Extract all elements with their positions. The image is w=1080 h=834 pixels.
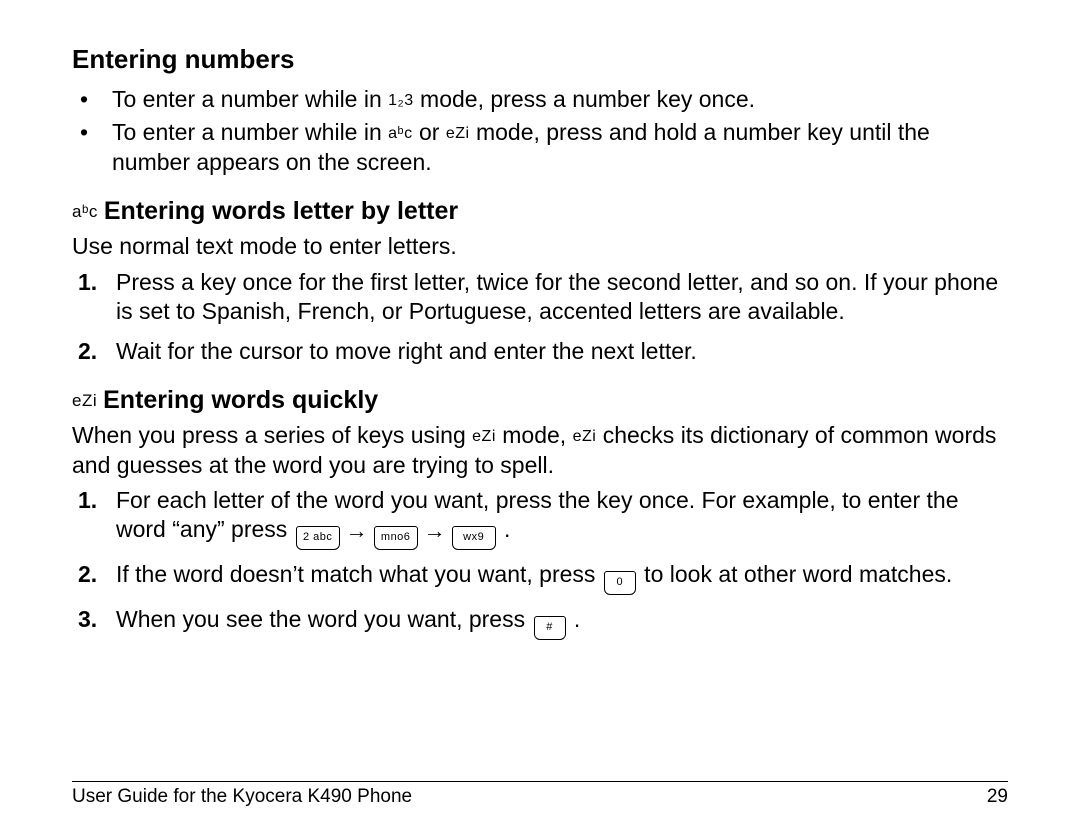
heading-letter-by-letter: aᵇc Entering words letter by letter — [72, 197, 1008, 226]
step-item: Wait for the cursor to move right and en… — [102, 337, 1008, 366]
text: To enter a number while in — [112, 86, 388, 112]
mode-abc-icon: aᵇc — [72, 202, 98, 221]
keycap-0next-icon: 0 — [604, 571, 636, 595]
numbers-bullet-list: To enter a number while in 1₂3 mode, pre… — [72, 85, 1008, 177]
step-item: Press a key once for the first letter, t… — [102, 268, 1008, 327]
step-item: For each letter of the word you want, pr… — [102, 486, 1008, 550]
text: When you see the word you want, press — [116, 606, 532, 632]
text: When you press a series of keys using — [72, 422, 472, 448]
page-number: 29 — [987, 786, 1008, 808]
text: To enter a number while in — [112, 119, 388, 145]
bullet-item: To enter a number while in aᵇc or eZi mo… — [102, 118, 1008, 177]
text: mode, — [496, 422, 573, 448]
arrow-right-icon: → — [346, 518, 368, 543]
manual-page: Entering numbers To enter a number while… — [0, 0, 1080, 834]
keycap-9wxy-icon: wx9 — [452, 526, 496, 550]
step-item: If the word doesn’t match what you want,… — [102, 560, 1008, 595]
intro-text: When you press a series of keys using eZ… — [72, 421, 1008, 480]
heading-text: Entering words letter by letter — [104, 197, 458, 225]
text: or — [413, 119, 446, 145]
text: If the word doesn’t match what you want,… — [116, 561, 602, 587]
bullet-item: To enter a number while in 1₂3 mode, pre… — [102, 85, 1008, 114]
keycap-hash-icon: # — [534, 616, 566, 640]
footer-title: User Guide for the Kyocera K490 Phone — [72, 786, 412, 808]
text: to look at other word matches. — [638, 561, 953, 587]
mode-ezi-icon: eZi — [472, 428, 496, 445]
quick-steps: For each letter of the word you want, pr… — [72, 486, 1008, 640]
keycap-6mno-icon: mno6 — [374, 526, 418, 550]
heading-entering-numbers: Entering numbers — [72, 44, 1008, 75]
mode-ezi-icon: eZi — [446, 125, 470, 142]
letter-steps: Press a key once for the first letter, t… — [72, 268, 1008, 366]
text: . — [498, 516, 511, 542]
mode-123-icon: 1₂3 — [388, 92, 414, 109]
heading-words-quickly: eZi Entering words quickly — [72, 386, 1008, 415]
mode-ezi-icon: eZi — [72, 391, 97, 410]
heading-text: Entering words quickly — [103, 386, 378, 414]
mode-ezi-icon: eZi — [573, 428, 597, 445]
page-footer: User Guide for the Kyocera K490 Phone 29 — [72, 781, 1008, 808]
text: mode, press a number key once. — [414, 86, 755, 112]
text: For each letter of the word you want, pr… — [116, 487, 959, 542]
text: . — [568, 606, 581, 632]
step-item: When you see the word you want, press # … — [102, 605, 1008, 640]
keycap-2abc-icon: 2 abc — [296, 526, 340, 550]
intro-text: Use normal text mode to enter letters. — [72, 232, 1008, 261]
mode-abc-icon: aᵇc — [388, 125, 412, 142]
arrow-right-icon: → — [424, 518, 446, 543]
